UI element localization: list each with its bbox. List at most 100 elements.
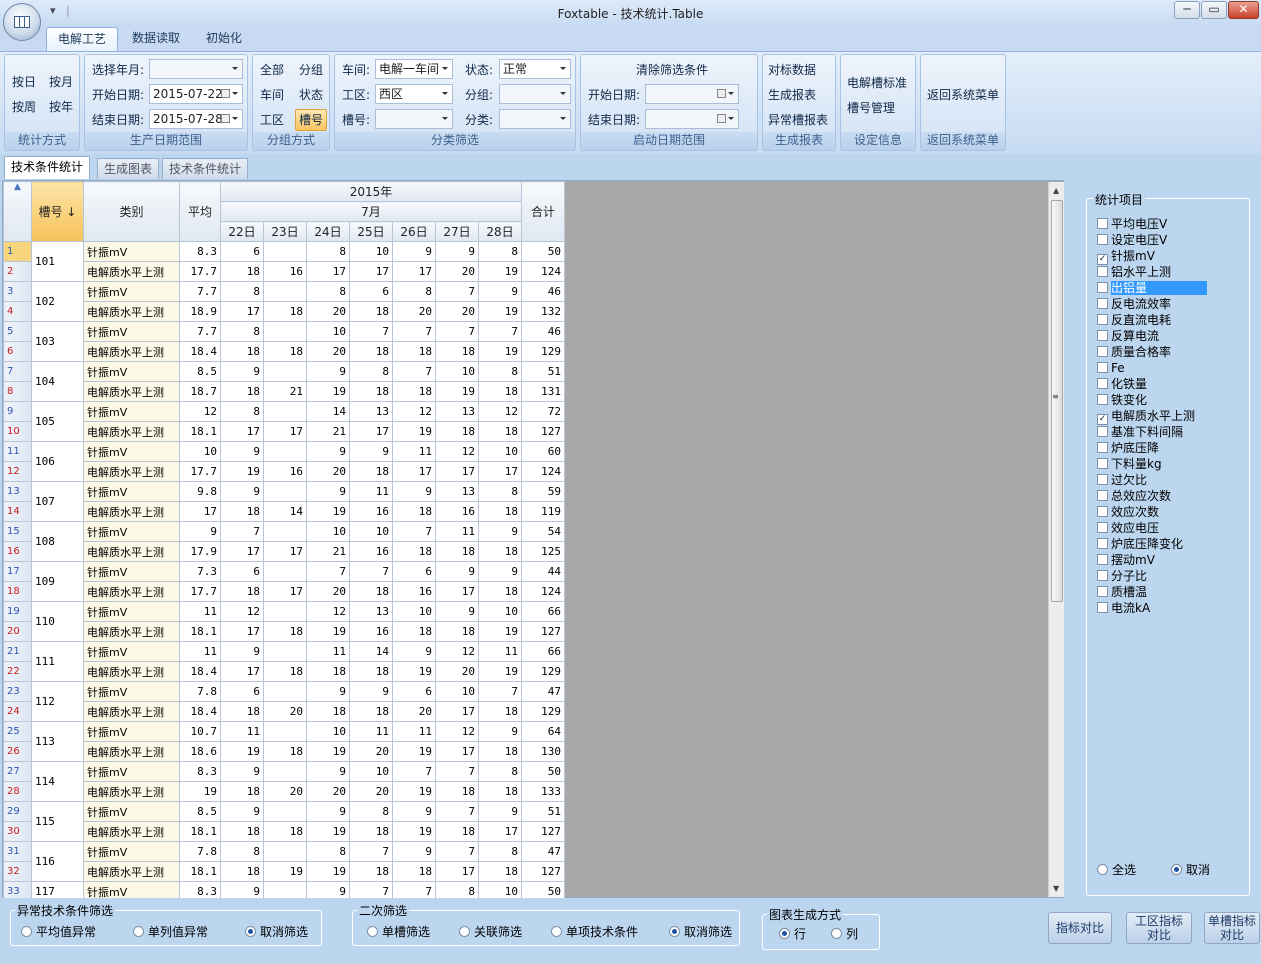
table-row[interactable]: 17 109 针振mV 7.3 6 7 7 6 9 9 44 bbox=[3, 561, 565, 602]
day-value-cell[interactable]: 8 bbox=[220, 401, 264, 422]
table-row[interactable]: 7 104 针振mV 8.5 9 9 8 7 10 8 51 bbox=[3, 361, 565, 402]
day-value-cell[interactable]: 17 bbox=[263, 581, 307, 602]
table-row[interactable]: 20 电解质水平上测 18.1 17 18 19 16 18 18 19 127 bbox=[3, 621, 565, 642]
slot-cell[interactable]: 111 bbox=[31, 641, 84, 682]
total-cell[interactable]: 64 bbox=[521, 721, 565, 742]
category-cell[interactable]: 针振mV bbox=[83, 481, 180, 502]
row-number[interactable]: 25 bbox=[3, 721, 32, 742]
average-cell[interactable]: 7.8 bbox=[179, 681, 221, 702]
row-number[interactable]: 2 bbox=[3, 261, 32, 282]
day-value-cell[interactable]: 10 bbox=[435, 681, 479, 702]
average-cell[interactable]: 17.7 bbox=[179, 261, 221, 282]
table-row[interactable]: 18 电解质水平上测 17.7 18 17 20 18 16 17 18 124 bbox=[3, 581, 565, 602]
day-value-cell[interactable]: 18 bbox=[435, 621, 479, 642]
day-value-cell[interactable]: 8 bbox=[392, 281, 436, 302]
day-value-cell[interactable]: 19 bbox=[478, 261, 522, 282]
corner-select-all[interactable]: ▲ bbox=[3, 181, 32, 242]
category-cell[interactable]: 针振mV bbox=[83, 441, 180, 462]
header-day[interactable]: 25日 bbox=[349, 221, 393, 242]
day-value-cell[interactable]: 9 bbox=[306, 441, 350, 462]
total-cell[interactable]: 124 bbox=[521, 461, 565, 482]
category-cell[interactable]: 针振mV bbox=[83, 361, 180, 382]
category-cell[interactable]: 针振mV bbox=[83, 641, 180, 662]
slot-cell[interactable]: 114 bbox=[31, 761, 84, 802]
day-value-cell[interactable]: 9 bbox=[478, 561, 522, 582]
day-value-cell[interactable]: 16 bbox=[435, 501, 479, 522]
day-value-cell[interactable]: 19 bbox=[478, 661, 522, 682]
table-row[interactable]: 6 电解质水平上测 18.4 18 18 20 18 18 18 19 129 bbox=[3, 341, 565, 362]
average-cell[interactable]: 8.3 bbox=[179, 241, 221, 262]
day-value-cell[interactable]: 18 bbox=[220, 821, 264, 842]
area-select[interactable]: 西区 bbox=[375, 84, 453, 104]
slot-cell[interactable]: 110 bbox=[31, 601, 84, 642]
average-cell[interactable]: 17 bbox=[179, 501, 221, 522]
category-cell[interactable]: 针振mV bbox=[83, 241, 180, 262]
day-value-cell[interactable]: 20 bbox=[349, 741, 393, 762]
category-cell[interactable]: 针振mV bbox=[83, 801, 180, 822]
category-cell[interactable]: 针振mV bbox=[83, 721, 180, 742]
table-row[interactable]: 31 116 针振mV 7.8 8 8 7 9 7 8 47 bbox=[3, 841, 565, 882]
day-value-cell[interactable]: 18 bbox=[263, 621, 307, 642]
single-item-radio[interactable]: 单项技术条件 bbox=[551, 923, 638, 940]
average-cell[interactable]: 8.5 bbox=[179, 361, 221, 382]
day-value-cell[interactable]: 11 bbox=[220, 721, 264, 742]
row-number[interactable]: 28 bbox=[3, 781, 32, 802]
category-cell[interactable]: 电解质水平上测 bbox=[83, 301, 180, 322]
day-value-cell[interactable]: 18 bbox=[349, 821, 393, 842]
day-value-cell[interactable]: 14 bbox=[263, 501, 307, 522]
stat-item-checkbox[interactable]: 铝水平上测 bbox=[1097, 265, 1245, 281]
scroll-thumb[interactable] bbox=[1051, 200, 1063, 602]
day-value-cell[interactable]: 17 bbox=[435, 861, 479, 882]
day-value-cell[interactable]: 17 bbox=[349, 421, 393, 442]
average-cell[interactable]: 18.7 bbox=[179, 381, 221, 402]
avg-abnormal-radio[interactable]: 平均值异常 bbox=[21, 923, 96, 940]
cell-standard-button[interactable]: 电解槽标准 bbox=[847, 75, 907, 91]
row-number[interactable]: 6 bbox=[3, 341, 32, 362]
back-menu-button[interactable]: 返回系统菜单 bbox=[927, 87, 999, 103]
table-row[interactable]: 13 107 针振mV 9.8 9 9 11 9 13 8 59 bbox=[3, 481, 565, 522]
day-value-cell[interactable]: 9 bbox=[220, 801, 264, 822]
end-date-picker[interactable]: 2015-07-28 bbox=[149, 109, 243, 129]
day-value-cell[interactable]: 17 bbox=[220, 541, 264, 562]
day-value-cell[interactable] bbox=[263, 721, 307, 742]
day-value-cell[interactable]: 10 bbox=[349, 521, 393, 542]
day-value-cell[interactable] bbox=[263, 321, 307, 342]
table-row[interactable]: 8 电解质水平上测 18.7 18 21 19 18 18 19 18 131 bbox=[3, 381, 565, 402]
total-cell[interactable]: 47 bbox=[521, 681, 565, 702]
day-value-cell[interactable] bbox=[263, 801, 307, 822]
day-value-cell[interactable]: 20 bbox=[306, 581, 350, 602]
day-value-cell[interactable]: 18 bbox=[349, 301, 393, 322]
day-value-cell[interactable]: 18 bbox=[220, 341, 264, 362]
day-value-cell[interactable]: 16 bbox=[263, 461, 307, 482]
day-value-cell[interactable]: 9 bbox=[306, 761, 350, 782]
table-row[interactable]: 29 115 针振mV 8.5 9 9 8 9 7 9 51 bbox=[3, 801, 565, 842]
row-number[interactable]: 31 bbox=[3, 841, 32, 862]
status-select[interactable]: 正常 bbox=[499, 59, 571, 79]
day-value-cell[interactable]: 18 bbox=[478, 581, 522, 602]
average-cell[interactable]: 7.7 bbox=[179, 281, 221, 302]
day-value-cell[interactable]: 20 bbox=[392, 301, 436, 322]
day-value-cell[interactable]: 20 bbox=[263, 701, 307, 722]
slot-cell[interactable]: 101 bbox=[31, 241, 84, 282]
average-cell[interactable]: 9.8 bbox=[179, 481, 221, 502]
average-cell[interactable]: 17.7 bbox=[179, 461, 221, 482]
day-value-cell[interactable]: 19 bbox=[392, 781, 436, 802]
day-value-cell[interactable]: 6 bbox=[220, 681, 264, 702]
row-number[interactable]: 22 bbox=[3, 661, 32, 682]
day-value-cell[interactable]: 9 bbox=[478, 801, 522, 822]
row-number[interactable]: 21 bbox=[3, 641, 32, 662]
day-value-cell[interactable]: 10 bbox=[306, 521, 350, 542]
category-cell[interactable]: 针振mV bbox=[83, 521, 180, 542]
slot-cell[interactable]: 104 bbox=[31, 361, 84, 402]
category-cell[interactable]: 电解质水平上测 bbox=[83, 501, 180, 522]
day-value-cell[interactable]: 16 bbox=[392, 581, 436, 602]
day-value-cell[interactable]: 10 bbox=[306, 721, 350, 742]
average-cell[interactable]: 18.4 bbox=[179, 701, 221, 722]
day-value-cell[interactable]: 18 bbox=[220, 261, 264, 282]
stat-item-checkbox[interactable]: 炉底压降变化 bbox=[1097, 537, 1245, 553]
header-day[interactable]: 28日 bbox=[478, 221, 522, 242]
single-col-abnormal-radio[interactable]: 单列值异常 bbox=[133, 923, 208, 940]
minimize-button[interactable]: ─ bbox=[1174, 1, 1200, 19]
table-row[interactable]: 12 电解质水平上测 17.7 19 16 20 18 17 17 17 124 bbox=[3, 461, 565, 482]
day-value-cell[interactable]: 19 bbox=[306, 501, 350, 522]
